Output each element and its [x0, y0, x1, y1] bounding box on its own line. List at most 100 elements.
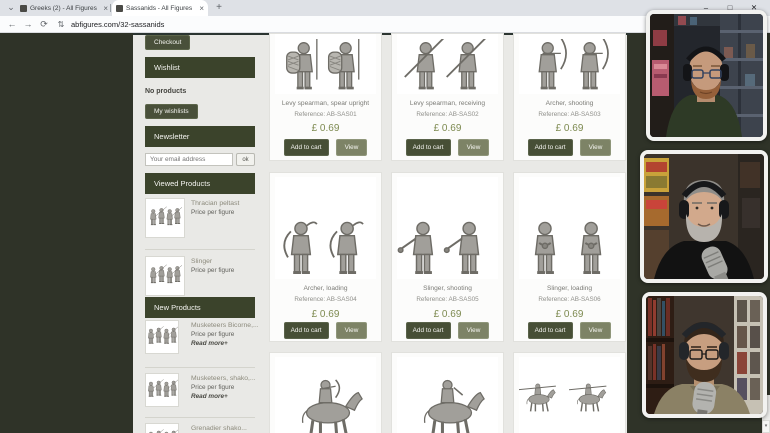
new-product-item[interactable]: Grenadier shako...	[145, 423, 255, 433]
site-favicon-icon	[20, 4, 27, 12]
screen: ⌄ Greeks (2) - All Figures × Sassanids -…	[0, 0, 770, 433]
newsletter-email-input[interactable]	[145, 153, 233, 166]
product-image[interactable]	[275, 34, 376, 94]
product-title[interactable]: Archer, shooting	[516, 100, 623, 107]
view-button[interactable]: View	[579, 322, 612, 339]
checkout-button[interactable]: Checkout	[145, 35, 191, 50]
price-note: Price per figure	[191, 209, 235, 216]
new-products-header: New Products	[145, 297, 255, 318]
add-to-cart-button[interactable]: Add to cart	[527, 322, 573, 339]
webcam-scene-gray-bearded-man	[644, 154, 764, 279]
product-reference: Reference: AB-SAS04	[294, 296, 357, 303]
webcam-video-participant-1	[646, 10, 767, 141]
product-image[interactable]	[397, 177, 498, 279]
view-button[interactable]: View	[457, 139, 490, 156]
product-reference: Reference: AB-SAS03	[538, 111, 601, 118]
product-thumbnail[interactable]	[145, 423, 179, 433]
product-price: £ 0.69	[311, 123, 340, 134]
product-card	[269, 352, 382, 433]
price-note: Price per figure	[191, 267, 235, 274]
product-title[interactable]: Archer, loading	[272, 285, 379, 292]
new-tab-button[interactable]: +	[213, 2, 225, 14]
new-product-item[interactable]: Musketeers, shako,... Price per figure R…	[145, 373, 256, 409]
browser-tab-sassanids[interactable]: Sassanids - All Figures ×	[112, 0, 208, 16]
divider	[145, 249, 255, 250]
my-wishlists-button[interactable]: My wishlists	[145, 104, 198, 119]
tab-close-icon[interactable]: ×	[199, 4, 204, 13]
product-reference: Reference: AB-SAS06	[538, 296, 601, 303]
product-name[interactable]: Grenadier shako...	[191, 425, 247, 432]
viewed-product-item[interactable]: Thracian peltast Price per figure	[145, 198, 255, 240]
read-more-link[interactable]: Read more+	[191, 340, 228, 347]
tab-close-icon[interactable]: ×	[103, 4, 108, 13]
product-image[interactable]	[519, 357, 620, 433]
wishlist-empty-text: No products	[145, 88, 187, 95]
browser-tab-greeks[interactable]: Greeks (2) - All Figures ×	[16, 0, 112, 16]
webcam-scene-bald-man	[650, 14, 763, 137]
product-thumbnail[interactable]	[145, 198, 185, 238]
product-title[interactable]: Levy spearman, receiving	[394, 100, 501, 107]
wishlist-header: Wishlist	[145, 57, 255, 78]
product-card: Archer, shooting Reference: AB-SAS03 £ 0…	[513, 33, 626, 161]
newsletter-ok-button[interactable]: ok	[236, 153, 255, 166]
divider	[145, 367, 255, 368]
product-name[interactable]: Musketeers, shako,...	[191, 375, 256, 382]
product-title[interactable]: Slinger, loading	[516, 285, 623, 292]
product-card: Slinger, loading Reference: AB-SAS06 £ 0…	[513, 172, 626, 342]
product-price: £ 0.69	[433, 123, 462, 134]
add-to-cart-button[interactable]: Add to cart	[405, 139, 451, 156]
add-to-cart-button[interactable]: Add to cart	[283, 322, 329, 339]
site-favicon-icon	[116, 4, 123, 12]
product-name[interactable]: Thracian peltast	[191, 200, 239, 207]
site-info-icon[interactable]: ⇅	[54, 20, 68, 29]
product-price: £ 0.69	[311, 309, 340, 320]
view-button[interactable]: View	[335, 322, 368, 339]
product-title[interactable]: Slinger, shooting	[394, 285, 501, 292]
tab-title: Sassanids - All Figures	[126, 4, 193, 12]
scroll-down-icon[interactable]: ▾	[762, 420, 770, 433]
product-thumbnail[interactable]	[145, 373, 179, 407]
divider	[145, 417, 255, 418]
address-bar-url[interactable]: abfigures.com/32-sassanids	[71, 20, 164, 29]
forward-icon[interactable]: →	[20, 19, 36, 29]
product-card	[513, 352, 626, 433]
product-price: £ 0.69	[555, 309, 584, 320]
reload-icon[interactable]: ⟳	[36, 19, 52, 30]
tab-title: Greeks (2) - All Figures	[30, 4, 97, 12]
shop-sidebar: Checkout Wishlist No products My wishlis…	[133, 33, 265, 433]
view-button[interactable]: View	[335, 139, 368, 156]
tab-divider	[110, 4, 111, 12]
webcam-scene-dark-haired-man	[646, 296, 763, 414]
new-product-item[interactable]: Musketeers Bicorne,... Price per figure …	[145, 320, 259, 356]
product-image[interactable]	[397, 34, 498, 94]
webcam-video-participant-3	[642, 292, 767, 418]
product-image[interactable]	[519, 34, 620, 94]
viewed-product-item[interactable]: Slinger Price per figure	[145, 256, 255, 298]
product-reference: Reference: AB-SAS05	[416, 296, 479, 303]
back-icon[interactable]: ←	[4, 19, 20, 29]
product-card: Slinger, shooting Reference: AB-SAS05 £ …	[391, 172, 504, 342]
view-button[interactable]: View	[457, 322, 490, 339]
product-name[interactable]: Musketeers Bicorne,...	[191, 322, 259, 329]
product-thumbnail[interactable]	[145, 320, 179, 354]
product-title[interactable]: Levy spearman, spear upright	[272, 100, 379, 107]
product-thumbnail[interactable]	[145, 256, 185, 296]
product-card: Levy spearman, spear upright Reference: …	[269, 33, 382, 161]
stream-overlay-left-panel	[0, 33, 133, 433]
product-image[interactable]	[275, 177, 376, 279]
product-name[interactable]: Slinger	[191, 258, 212, 265]
product-image[interactable]	[397, 357, 498, 433]
add-to-cart-button[interactable]: Add to cart	[527, 139, 573, 156]
product-card: Archer, loading Reference: AB-SAS04 £ 0.…	[269, 172, 382, 342]
product-card	[391, 352, 504, 433]
product-price: £ 0.69	[433, 309, 462, 320]
view-button[interactable]: View	[579, 139, 612, 156]
add-to-cart-button[interactable]: Add to cart	[283, 139, 329, 156]
product-image[interactable]	[519, 177, 620, 279]
product-price: £ 0.69	[555, 123, 584, 134]
read-more-link[interactable]: Read more+	[191, 393, 228, 400]
product-image[interactable]	[275, 357, 376, 433]
webcam-video-participant-2	[640, 150, 768, 283]
product-reference: Reference: AB-SAS01	[294, 111, 357, 118]
add-to-cart-button[interactable]: Add to cart	[405, 322, 451, 339]
